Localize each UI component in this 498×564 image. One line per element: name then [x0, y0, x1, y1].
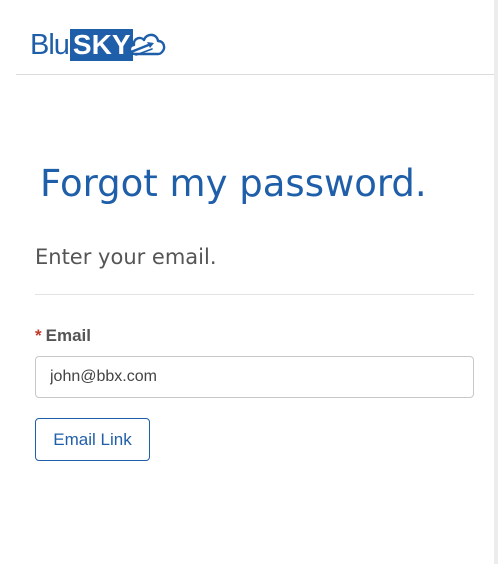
page-subtitle: Enter your email.	[35, 245, 217, 269]
cloud-arrow-icon	[127, 28, 167, 65]
logo-text-blu: Blu	[30, 29, 70, 61]
page-title: Forgot my password.	[40, 162, 427, 205]
email-label-text: Email	[45, 326, 91, 345]
email-link-button[interactable]: Email Link	[35, 418, 150, 461]
header: Blu SKY	[16, 0, 494, 75]
required-marker: *	[35, 326, 42, 345]
email-field[interactable]	[35, 356, 474, 398]
bluesky-logo[interactable]: Blu SKY	[30, 28, 167, 62]
email-label: * Email	[35, 325, 91, 347]
divider	[35, 294, 474, 295]
logo-text-sky: SKY	[69, 29, 133, 61]
page-edge	[494, 0, 498, 564]
